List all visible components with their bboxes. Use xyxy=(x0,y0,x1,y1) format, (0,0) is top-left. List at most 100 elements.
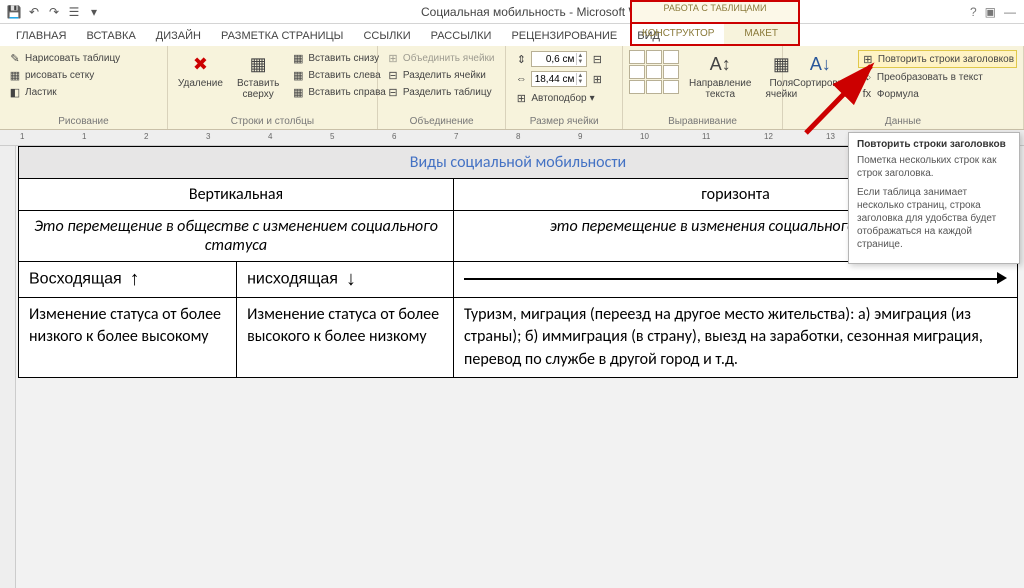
sub-descending[interactable]: нисходящая↓ xyxy=(237,262,454,298)
group-merge-label: Объединение xyxy=(384,114,499,127)
group-draw: ✎Нарисовать таблицу ▦рисовать сетку ◧Лас… xyxy=(0,46,168,129)
ruler-tick: 4 xyxy=(268,132,272,141)
tab-mailings[interactable]: РАССЫЛКИ xyxy=(421,26,502,46)
sub-descending-text: нисходящая xyxy=(247,270,338,287)
ruler-tick: 10 xyxy=(640,132,649,141)
merge-label: Объединить ячейки xyxy=(403,53,495,64)
table-tools-context-header: РАБОТА С ТАБЛИЦАМИ xyxy=(630,0,800,24)
ribbon-options-icon[interactable]: ▣ xyxy=(985,5,996,19)
insert-right-button[interactable]: ▦Вставить справа xyxy=(289,84,387,100)
formula-button[interactable]: fxФормула xyxy=(858,86,1017,102)
qat-more-icon[interactable]: ▾ xyxy=(86,4,102,20)
width-spinner[interactable]: ▲▼ xyxy=(531,71,587,87)
window-title: Социальная мобильность - Microsoft Word xyxy=(108,5,970,19)
insert-left-label: Вставить слева xyxy=(308,70,380,81)
group-alignment: A↕ Направление текста ▦ Поля ячейки Выра… xyxy=(623,46,783,129)
ribbon-tabs: ГЛАВНАЯ ВСТАВКА ДИЗАЙН РАЗМЕТКА СТРАНИЦЫ… xyxy=(0,24,1024,46)
undo-icon[interactable]: ↶ xyxy=(26,4,42,20)
sub-ascending-text: Восходящая xyxy=(29,270,122,287)
ruler-tick: 6 xyxy=(392,132,396,141)
formula-label: Формула xyxy=(877,89,919,100)
group-rows-cols-label: Строки и столбцы xyxy=(174,114,371,127)
ruler-tick: 11 xyxy=(702,132,710,141)
tab-insert[interactable]: ВСТАВКА xyxy=(76,26,145,46)
height-spinner[interactable]: ▲▼ xyxy=(531,51,587,67)
split-table-button[interactable]: ⊟Разделить таблицу xyxy=(384,84,497,100)
context-tabs-box: КОНСТРУКТОР МАКЕТ xyxy=(630,24,800,46)
insert-left-icon: ▦ xyxy=(291,68,305,82)
insert-below-label: Вставить снизу xyxy=(308,53,379,64)
sort-button[interactable]: A↓ Сортировка xyxy=(789,50,852,91)
height-input[interactable] xyxy=(532,54,576,65)
tooltip-repeat-header: Повторить строки заголовков Пометка неск… xyxy=(848,132,1020,264)
insert-below-button[interactable]: ▦Вставить снизу xyxy=(289,50,387,66)
tab-page-layout[interactable]: РАЗМЕТКА СТРАНИЦЫ xyxy=(211,26,353,46)
convert-to-text-button[interactable]: ➪Преобразовать в текст xyxy=(858,69,1017,85)
split-icon: ⊟ xyxy=(386,68,400,82)
redo-icon[interactable]: ↷ xyxy=(46,4,62,20)
sub-horizontal[interactable] xyxy=(454,262,1018,298)
ruler-tick: 8 xyxy=(516,132,520,141)
delete-button[interactable]: ✖ Удаление xyxy=(174,50,227,91)
window-controls: ? ▣ — xyxy=(970,5,1024,19)
arrow-right-icon xyxy=(464,268,1007,288)
height-icon: ⇕ xyxy=(514,52,528,66)
draw-table-button[interactable]: ✎Нарисовать таблицу xyxy=(6,50,122,66)
header-vertical[interactable]: Вертикальная xyxy=(19,179,454,211)
group-data-label: Данные xyxy=(789,114,1017,127)
merge-icon: ⊞ xyxy=(386,51,400,65)
distribute-rows-icon[interactable]: ⊟ xyxy=(590,52,604,66)
group-cell-size: ⇕ ▲▼ ⊟ ⇔ ▲▼ ⊞ ⊞Автоподбор ▾ Размер ячейк… xyxy=(506,46,623,129)
autofit-button[interactable]: ⊞Автоподбор ▾ xyxy=(512,90,606,106)
grid-icon: ▦ xyxy=(8,68,22,82)
body-ascending[interactable]: Изменение статуса от более низкого к бол… xyxy=(19,298,237,378)
split-cells-button[interactable]: ⊟Разделить ячейки xyxy=(384,67,497,83)
insert-above-label: Вставить сверху xyxy=(237,78,279,100)
tab-home[interactable]: ГЛАВНАЯ xyxy=(6,26,76,46)
tab-references[interactable]: ССЫЛКИ xyxy=(353,26,420,46)
eraser-icon: ◧ xyxy=(8,85,22,99)
sub-ascending[interactable]: Восходящая↑ xyxy=(19,262,237,298)
group-size-label: Размер ячейки xyxy=(512,114,616,127)
minimize-icon[interactable]: — xyxy=(1004,5,1016,19)
vertical-ruler[interactable] xyxy=(0,146,16,588)
insert-left-button[interactable]: ▦Вставить слева xyxy=(289,67,387,83)
table-sub-row: Восходящая↑ нисходящая↓ xyxy=(19,262,1018,298)
merge-cells-button[interactable]: ⊞Объединить ячейки xyxy=(384,50,497,66)
alignment-grid[interactable] xyxy=(629,50,679,94)
context-title: РАБОТА С ТАБЛИЦАМИ xyxy=(632,2,798,13)
desc-vertical[interactable]: Это перемещение в обществе с изменением … xyxy=(19,211,454,262)
tab-table-layout[interactable]: МАКЕТ xyxy=(724,24,798,44)
delete-icon: ✖ xyxy=(186,52,214,76)
width-icon: ⇔ xyxy=(514,72,528,86)
quick-access-toolbar: 💾 ↶ ↷ ☰ ▾ xyxy=(0,4,108,20)
tab-review[interactable]: РЕЦЕНЗИРОВАНИЕ xyxy=(501,26,627,46)
ruler-tick: 1 xyxy=(20,132,24,141)
bullets-icon[interactable]: ☰ xyxy=(66,4,82,20)
grid-label: рисовать сетку xyxy=(25,70,94,81)
ribbon: ✎Нарисовать таблицу ▦рисовать сетку ◧Лас… xyxy=(0,46,1024,130)
view-gridlines-button[interactable]: ▦рисовать сетку xyxy=(6,67,122,83)
tooltip-text-2: Если таблица занимает несколько страниц,… xyxy=(857,186,1011,251)
body-descending[interactable]: Изменение статуса от более высокого к бо… xyxy=(237,298,454,378)
group-merge: ⊞Объединить ячейки ⊟Разделить ячейки ⊟Ра… xyxy=(378,46,506,129)
repeat-header-rows-button[interactable]: ⊞Повторить строки заголовков xyxy=(858,50,1017,68)
split-label: Разделить ячейки xyxy=(403,70,486,81)
tab-table-design[interactable]: КОНСТРУКТОР xyxy=(632,24,724,44)
row-height: ⇕ ▲▼ ⊟ xyxy=(512,50,606,68)
eraser-button[interactable]: ◧Ластик xyxy=(6,84,122,100)
text-direction-button[interactable]: A↕ Направление текста xyxy=(685,50,755,102)
insert-right-label: Вставить справа xyxy=(308,87,385,98)
help-icon[interactable]: ? xyxy=(970,5,977,19)
width-input[interactable] xyxy=(532,74,576,85)
distribute-cols-icon[interactable]: ⊞ xyxy=(590,72,604,86)
insert-above-button[interactable]: ▦ Вставить сверху xyxy=(233,50,283,102)
ruler-tick: 13 xyxy=(826,132,835,141)
group-draw-label: Рисование xyxy=(6,114,161,127)
body-horizontal[interactable]: Туризм, миграция (переезд на другое мест… xyxy=(454,298,1018,378)
tab-design[interactable]: ДИЗАЙН xyxy=(146,26,211,46)
split-table-icon: ⊟ xyxy=(386,85,400,99)
text-direction-label: Направление текста xyxy=(689,78,751,100)
save-icon[interactable]: 💾 xyxy=(6,4,22,20)
tooltip-text-1: Пометка нескольких строк как строк загол… xyxy=(857,154,1011,180)
